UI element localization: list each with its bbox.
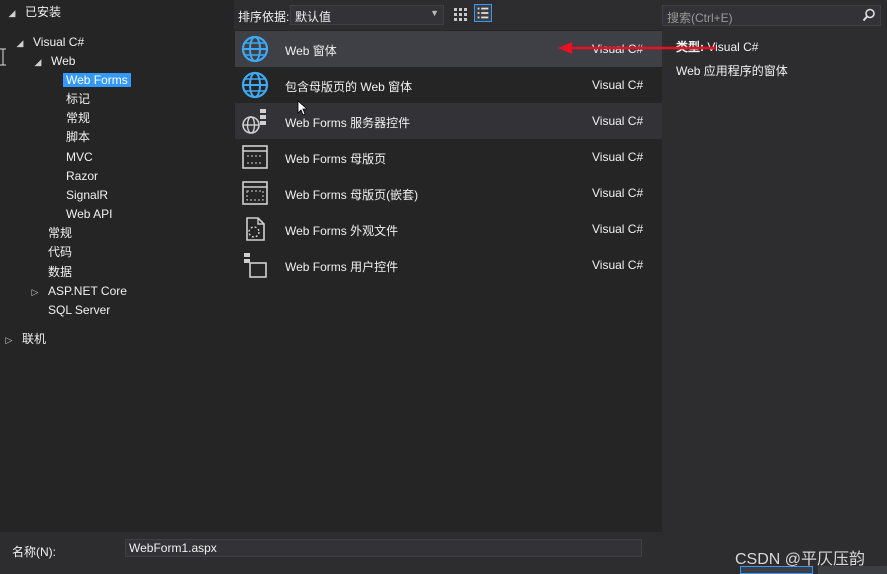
text-cursor-icon <box>0 48 6 66</box>
collapsed-arrow-icon[interactable]: ▷ <box>29 284 41 301</box>
globe-icon <box>241 71 269 99</box>
tree-node-daima[interactable]: 代码 <box>45 244 75 261</box>
search-icon[interactable] <box>862 8 876 22</box>
tree-node-mvc[interactable]: MVC <box>63 149 96 166</box>
add-button[interactable] <box>740 566 813 574</box>
tree-node-changgui[interactable]: 常规 <box>45 225 75 242</box>
tree-node-shuju[interactable]: 数据 <box>45 264 75 281</box>
nested-master-page-icon <box>242 181 268 205</box>
sort-label: 排序依据: <box>238 10 290 24</box>
expanded-arrow-icon[interactable]: ◢ <box>6 5 18 22</box>
tree-node-web-api[interactable]: Web API <box>63 206 115 223</box>
tree-node-web[interactable]: ◢ Web <box>32 53 78 70</box>
collapsed-arrow-icon[interactable]: ▷ <box>3 332 15 349</box>
server-control-icon <box>242 109 266 134</box>
grid-view-icon[interactable] <box>452 6 468 22</box>
template-tree: ◢ 已安装 ◢ Visual C# ◢ Web Web Forms 标记 常规 脚本 … <box>0 0 234 532</box>
expanded-arrow-icon[interactable]: ◢ <box>14 35 26 52</box>
globe-icon <box>241 35 269 63</box>
name-label: 名称(N): <box>12 545 56 559</box>
tree-node-installed[interactable]: ◢ 已安装 <box>6 4 64 21</box>
tree-node-visual-csharp[interactable]: ◢ Visual C# <box>14 34 87 51</box>
skin-file-icon <box>246 217 265 241</box>
annotation-arrow-icon <box>558 42 716 54</box>
tree-node-aspnet-core[interactable]: ▷ ASP.NET Core <box>29 283 130 300</box>
sort-dropdown[interactable]: 默认值 ▼ <box>290 5 444 25</box>
template-row-master-page[interactable]: Web Forms 母版页 Visual C# <box>235 139 662 175</box>
tree-node-sql-server[interactable]: SQL Server <box>45 302 113 319</box>
template-row-nested-master-page[interactable]: Web Forms 母版页(嵌套) Visual C# <box>235 175 662 211</box>
name-field[interactable] <box>125 539 642 557</box>
tree-node-lianji[interactable]: ▷ 联机 <box>3 331 49 348</box>
sort-value: 默认值 <box>295 10 332 24</box>
list-view-icon[interactable] <box>474 4 492 22</box>
cancel-button[interactable] <box>818 566 887 574</box>
chevron-down-icon: ▼ <box>430 8 439 18</box>
template-row-user-control[interactable]: Web Forms 用户控件 Visual C# <box>235 247 662 283</box>
master-page-icon <box>242 145 268 169</box>
expanded-arrow-icon[interactable]: ◢ <box>32 54 44 71</box>
tree-node-jiaoben[interactable]: 脚本 <box>63 129 93 146</box>
tree-node-web-forms[interactable]: Web Forms <box>63 72 131 89</box>
tree-node-razor[interactable]: Razor <box>63 168 101 185</box>
user-control-icon <box>244 253 267 278</box>
tree-node-biaoji[interactable]: 标记 <box>63 91 93 108</box>
template-description: Web 应用程序的窗体 <box>676 64 788 78</box>
mouse-cursor-icon <box>297 100 307 116</box>
tree-node-signalr[interactable]: SignalR <box>63 187 111 204</box>
tree-node-changgui-web[interactable]: 常规 <box>63 110 93 127</box>
template-row-skin-file[interactable]: Web Forms 外观文件 Visual C# <box>235 211 662 247</box>
search-input[interactable]: 搜索(Ctrl+E) <box>662 5 881 26</box>
template-row-web-form-master[interactable]: 包含母版页的 Web 窗体 Visual C# <box>235 67 662 103</box>
